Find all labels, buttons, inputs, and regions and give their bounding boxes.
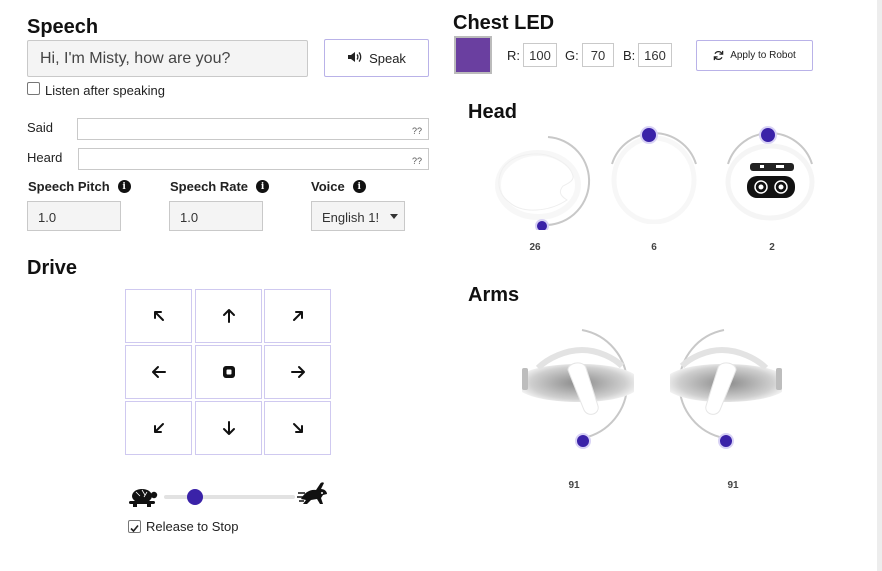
info-icon[interactable]: i <box>352 180 366 193</box>
b-label: B: <box>623 48 636 63</box>
arrow-down-icon <box>222 421 235 435</box>
arrow-down-left-icon <box>153 423 164 433</box>
head-yaw-value: 26 <box>529 242 541 253</box>
drive-forward-button[interactable] <box>195 289 262 343</box>
head-roll-dial[interactable] <box>720 124 820 224</box>
drive-stop-button[interactable] <box>195 345 262 399</box>
heard-field: ?? <box>78 148 429 170</box>
head-roll-dial-knob <box>759 126 777 144</box>
speak-button[interactable]: Speak <box>324 39 429 77</box>
head-yaw-dial[interactable] <box>493 130 593 230</box>
left-arm-value: 91 <box>568 480 580 491</box>
listen-after-speaking-checkbox[interactable] <box>27 82 40 95</box>
stop-icon <box>222 366 235 378</box>
arrow-up-right-icon <box>292 311 303 321</box>
drive-back-button[interactable] <box>195 401 262 455</box>
rabbit-icon <box>297 482 327 504</box>
r-input[interactable]: 100 <box>523 43 557 67</box>
g-input[interactable]: 70 <box>582 43 614 67</box>
g-label: G: <box>565 48 579 63</box>
r-label: R: <box>507 48 520 63</box>
drive-left-button[interactable] <box>125 345 192 399</box>
speech-pitch-label: Speech Pitch <box>28 179 110 194</box>
chest-led-title: Chest LED <box>453 12 555 34</box>
b-input[interactable]: 160 <box>638 43 672 67</box>
page-scrollbar[interactable] <box>877 0 882 571</box>
drive-back-right-button[interactable] <box>264 401 331 455</box>
head-pitch-value: 6 <box>651 242 657 253</box>
voice-select-value: English 1! <box>322 210 380 225</box>
speech-pitch-input[interactable]: 1.0 <box>27 201 121 231</box>
checkmark-icon <box>130 524 139 533</box>
speech-rate-heading: Speech Rate i <box>170 179 270 194</box>
speech-title: Speech <box>27 16 99 38</box>
arrow-right-icon <box>290 366 305 378</box>
drive-back-left-button[interactable] <box>125 401 192 455</box>
right-arm-value: 91 <box>727 480 739 491</box>
arrow-up-icon <box>222 309 235 323</box>
apply-to-robot-button[interactable]: Apply to Robot <box>696 40 813 71</box>
arms-title: Arms <box>468 284 520 306</box>
led-color-swatch[interactable] <box>454 36 492 74</box>
speech-pitch-heading: Speech Pitch i <box>28 179 131 194</box>
voice-select[interactable]: English 1! <box>311 201 405 231</box>
drive-forward-right-button[interactable] <box>264 289 331 343</box>
head-pitch-dial-knob <box>640 126 658 144</box>
left-arm-dial-knob <box>575 433 591 449</box>
head-title: Head <box>468 101 517 123</box>
speech-rate-input[interactable]: 1.0 <box>169 201 263 231</box>
drive-right-button[interactable] <box>264 345 331 399</box>
said-label: Said <box>27 120 54 135</box>
head-roll-value: 2 <box>769 242 775 253</box>
speed-slider-thumb[interactable] <box>187 489 203 505</box>
head-sensor-bar <box>750 163 794 171</box>
arrow-left-icon <box>151 366 166 378</box>
right-arm-dial[interactable] <box>662 326 786 452</box>
chevron-down-icon <box>390 214 398 219</box>
speaker-icon <box>347 51 363 66</box>
right-arm-dial-knob <box>718 433 734 449</box>
info-icon[interactable]: i <box>117 180 131 193</box>
release-to-stop-checkbox[interactable] <box>128 520 141 533</box>
said-field: ?? <box>77 118 429 140</box>
arrow-up-left-icon <box>153 311 164 321</box>
head-face-screen <box>747 176 795 198</box>
release-to-stop-label: Release to Stop <box>146 519 239 534</box>
head-yaw-dial-knob <box>535 219 549 230</box>
refresh-icon <box>713 50 724 61</box>
speed-slider[interactable] <box>164 489 295 505</box>
info-icon[interactable]: i <box>256 180 270 193</box>
drive-title: Drive <box>27 257 78 279</box>
turtle-icon <box>129 489 158 507</box>
left-arm-dial[interactable] <box>518 326 642 452</box>
voice-label: Voice <box>311 179 345 194</box>
heard-label: Heard <box>27 150 63 165</box>
arrow-down-right-icon <box>292 423 303 433</box>
speak-label: Speak <box>369 50 406 66</box>
voice-heading: Voice i <box>311 179 366 194</box>
drive-forward-left-button[interactable] <box>125 289 192 343</box>
speech-text-input[interactable]: Hi, I'm Misty, how are you? <box>27 40 308 77</box>
head-pitch-dial[interactable] <box>604 124 704 224</box>
listen-after-speaking-label: Listen after speaking <box>45 83 165 98</box>
speech-rate-label: Speech Rate <box>170 179 249 194</box>
apply-to-robot-label: Apply to Robot <box>730 50 796 61</box>
